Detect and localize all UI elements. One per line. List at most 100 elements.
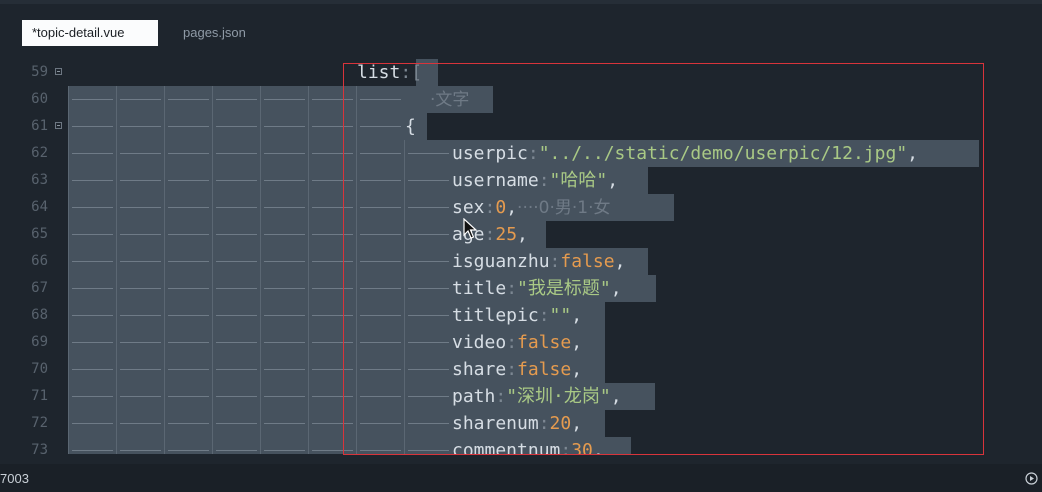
code-token: isguanzhu — [452, 251, 550, 272]
line-number: 62 — [31, 145, 48, 161]
code-line[interactable]: 61 { — [0, 113, 1042, 140]
code-token: , — [907, 143, 919, 164]
run-circle-icon[interactable] — [1025, 472, 1038, 485]
code-text: username:"哈哈", — [452, 167, 618, 194]
code-token: : — [538, 170, 550, 191]
code-text: sharenum:20, — [452, 410, 582, 437]
code-line[interactable]: 63 username:"哈哈", — [0, 167, 1042, 194]
editor-window: *topic-detail.vue pages.json 59 list:[60 ·… — [0, 0, 1042, 492]
code-text: commentnum:30, — [452, 437, 604, 454]
code-line[interactable]: 59 list:[ — [0, 59, 1042, 86]
code-line[interactable]: 67 title:"我是标题", — [0, 275, 1042, 302]
line-number: 72 — [31, 415, 48, 431]
code-text: { — [405, 113, 416, 140]
line-number: 65 — [31, 226, 48, 242]
code-line[interactable]: 69 video:false, — [0, 329, 1042, 356]
line-number: 71 — [31, 388, 48, 404]
code-token: , — [607, 170, 619, 191]
line-number: 64 — [31, 199, 48, 215]
code-token: , — [571, 332, 583, 353]
line-number: 67 — [31, 280, 48, 296]
code-token: 30 — [571, 440, 593, 454]
status-text: 7003 — [0, 471, 29, 486]
line-number: 68 — [31, 307, 48, 323]
indent-guides — [68, 437, 452, 454]
code-token: ·文字 — [430, 90, 470, 110]
indent-guides — [68, 383, 452, 410]
code-token: : — [495, 386, 507, 407]
code-token: : — [549, 251, 561, 272]
code-token: : — [506, 359, 518, 380]
mouse-cursor-icon — [463, 218, 477, 239]
code-token: : — [484, 197, 496, 218]
tab-topic-detail[interactable]: *topic-detail.vue — [22, 20, 158, 46]
code-token: commentnum — [452, 440, 561, 454]
indent-guides — [68, 275, 452, 302]
code-token: "我是标题" — [517, 278, 611, 299]
code-token: , — [571, 305, 583, 326]
tab-pages-json[interactable]: pages.json — [173, 20, 256, 46]
code-token: , — [610, 278, 622, 299]
code-line[interactable]: 68 titlepic:"", — [0, 302, 1042, 329]
code-token: share — [452, 359, 507, 380]
code-token: false — [517, 359, 572, 380]
code-token: username — [452, 170, 539, 191]
indent-guides — [68, 410, 452, 437]
code-token: 20 — [549, 413, 572, 434]
line-number: 59 — [31, 64, 48, 80]
fold-toggle-icon[interactable] — [55, 68, 62, 75]
line-number: 66 — [31, 253, 48, 269]
code-token: : — [538, 413, 550, 434]
code-text: titlepic:"", — [452, 302, 582, 329]
code-text: list:[ — [357, 59, 422, 86]
indent-guides — [68, 248, 452, 275]
code-token: userpic — [452, 143, 528, 164]
code-token: : — [506, 332, 518, 353]
line-number: 60 — [31, 91, 48, 107]
code-line[interactable]: 60 ·文字 — [0, 86, 1042, 113]
code-token: video — [452, 332, 507, 353]
code-token: : — [484, 224, 496, 245]
indent-guides — [68, 140, 452, 167]
code-line[interactable]: 72 sharenum:20, — [0, 410, 1042, 437]
code-line[interactable]: 70 share:false, — [0, 356, 1042, 383]
code-token: sharenum — [452, 413, 539, 434]
code-text: isguanzhu:false, — [452, 248, 625, 275]
status-bar: 7003 — [0, 464, 1042, 492]
code-line[interactable]: 64 sex:0,····0·男·1·女 — [0, 194, 1042, 221]
indent-guides — [68, 329, 452, 356]
code-token: path — [452, 386, 496, 407]
code-line[interactable]: 62 userpic:"../../static/demo/userpic/12.… — [0, 140, 1042, 167]
code-text: video:false, — [452, 329, 582, 356]
code-token: "" — [549, 305, 572, 326]
code-token: , — [571, 413, 583, 434]
code-token: ····0·男·1·女 — [517, 198, 611, 218]
code-text: ·文字 — [430, 86, 469, 113]
code-token: false — [560, 251, 615, 272]
code-text: userpic:"../../static/demo/userpic/12.jp… — [452, 140, 918, 167]
code-editor[interactable]: 59 list:[60 ·文字 61{62 userpic:"../../static/… — [0, 59, 1042, 454]
code-token: false — [517, 332, 572, 353]
code-text: title:"我是标题", — [452, 275, 622, 302]
line-number: 61 — [31, 118, 48, 134]
indent-guides — [68, 302, 452, 329]
indent-guides — [68, 221, 452, 248]
line-number: 63 — [31, 172, 48, 188]
code-token: sex — [452, 197, 485, 218]
code-token: : — [527, 143, 539, 164]
code-token: : — [560, 440, 572, 454]
code-line[interactable]: 66 isguanzhu:false, — [0, 248, 1042, 275]
line-number: 73 — [31, 442, 48, 454]
code-token: , — [614, 251, 626, 272]
code-token: : — [400, 62, 412, 83]
code-token: , — [592, 440, 604, 454]
fold-toggle-icon[interactable] — [55, 122, 62, 129]
code-line[interactable]: 73 commentnum:30, — [0, 437, 1042, 454]
code-token: : — [506, 278, 518, 299]
code-token: "深圳·龙岗" — [506, 386, 611, 407]
code-line[interactable]: 71 path:"深圳·龙岗", — [0, 383, 1042, 410]
code-line[interactable]: 65 age:25, — [0, 221, 1042, 248]
code-token: , — [571, 359, 583, 380]
code-token: [ — [411, 62, 423, 83]
code-token: list — [357, 62, 401, 83]
